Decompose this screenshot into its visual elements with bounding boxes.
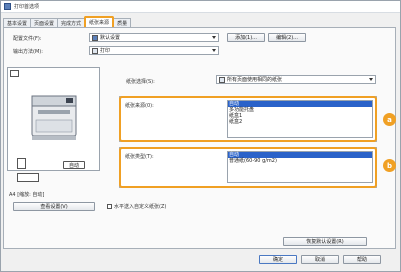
callout-a: a [383,113,396,126]
paper-selection-label: 纸张选择(S): [126,79,155,85]
paper-source-option-drawer-2[interactable]: 纸盒2 [228,119,372,125]
profile-label: 配置文件(F): [13,36,42,42]
horizontal-paper-label: 水平送入自定义纸张(Z) [114,204,167,210]
paper-type-label: 纸张类型(T): [125,154,154,160]
window-title: 打印首选项 [14,4,40,10]
tab-strip: 基本设置 页面设置 完成方式 纸张来源 质量 [3,16,132,27]
print-icon [92,47,98,54]
ok-button[interactable]: 确定 [259,255,297,264]
printer-preview [7,67,100,171]
horizontal-paper-checkbox[interactable] [107,204,112,209]
printer-image [31,95,77,140]
tab-quality[interactable]: 质量 [113,18,132,27]
edit-profile-button[interactable]: 编辑(2)... [268,33,306,42]
profile-dropdown[interactable]: 默认设置 [89,33,219,42]
view-settings-button[interactable]: 查看设置(V) [13,202,95,211]
paper-selection-value: 所有页面使用相同的纸张 [227,77,283,83]
output-method-value: 打印 [100,48,111,54]
printing-preferences-window: 打印首选项 基本设置 页面设置 完成方式 纸张来源 质量 配置文件(F): 默认… [0,0,401,272]
preview-caption: A4 [缩放: 自动] [9,192,45,198]
printer-app-icon [4,3,11,10]
chevron-down-icon [369,78,373,81]
add-profile-button[interactable]: 添加(1)... [227,33,265,42]
tab-basic-settings[interactable]: 基本设置 [3,18,32,27]
chevron-down-icon [212,36,216,39]
page-icon [17,158,26,169]
output-method-dropdown[interactable]: 打印 [89,46,219,55]
paper-type-option-plain[interactable]: 普通纸(60-90 g/m2) [228,158,372,164]
profile-value: 默认设置 [100,35,121,41]
chevron-down-icon [212,49,216,52]
tab-paper-source[interactable]: 纸张来源 [84,16,115,27]
help-button[interactable]: 帮助 [343,255,381,264]
restore-defaults-button[interactable]: 恢复默认设置(R) [283,237,367,246]
auto-button[interactable]: 自动 [63,161,85,169]
cancel-button[interactable]: 取消 [301,255,339,264]
callout-b: b [383,159,396,172]
profile-icon [92,34,98,41]
paper-stack-icon [219,76,225,83]
output-method-label: 输出方法(M): [13,49,43,55]
paper-type-list[interactable]: 自动 普通纸(60-90 g/m2) [227,151,373,183]
tab-page-setup[interactable]: 页面设置 [30,18,59,27]
paper-selection-dropdown[interactable]: 所有页面使用相同的纸张 [216,75,376,84]
tab-finishing[interactable]: 完成方式 [57,18,86,27]
page-layout-icon [10,70,19,77]
paper-source-label: 纸张来源(0): [125,103,154,109]
orientation-controls[interactable] [17,173,39,182]
title-bar: 打印首选项 [1,1,400,13]
paper-source-list[interactable]: 自动 多功能托盘 纸盒1 纸盒2 [227,100,373,138]
horizontal-paper-checkbox-row[interactable]: 水平送入自定义纸张(Z) [107,203,166,210]
